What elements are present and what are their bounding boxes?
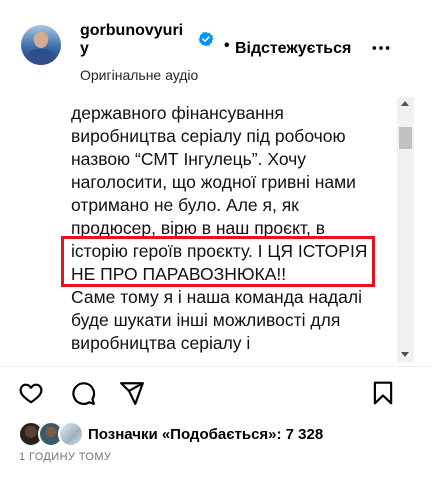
caption-line: отримано не було. Але я, як [71, 195, 299, 215]
original-audio-link[interactable]: Оригінальне аудіо [80, 67, 198, 83]
post-timestamp[interactable]: 1 ГОДИНУ ТОМУ [19, 450, 111, 464]
caption-line: виробництва серіалу і [71, 333, 251, 353]
avatar-shirt [27, 49, 55, 65]
divider [0, 366, 432, 367]
follow-status-button[interactable]: Відстежується [235, 40, 351, 58]
avatar-face [34, 32, 48, 48]
likes-count-link[interactable]: Позначки «Подобається»: 7 328 [88, 426, 323, 444]
caption-line: державного фінансування [71, 103, 284, 123]
caption-line: назвою “СМТ Інгулець”. Хочу [71, 149, 307, 169]
red-highlight-box [61, 236, 375, 287]
like-button[interactable] [18, 380, 44, 406]
caption-line: наголосити, що жодної гривні нами [71, 172, 356, 192]
bookmark-icon [373, 381, 393, 405]
liker-avatar [58, 421, 84, 447]
comment-button[interactable] [70, 380, 96, 406]
author-avatar[interactable] [21, 25, 61, 65]
verified-badge-icon [198, 31, 214, 47]
username-line-2: y [80, 40, 89, 57]
follow-separator: • [224, 37, 230, 54]
caption-line: виробництва серіалу під робочою [71, 126, 346, 146]
more-horizontal-icon[interactable] [371, 38, 391, 58]
username-line-1: gorbunovyuri [80, 22, 184, 39]
send-icon [120, 382, 144, 405]
scroll-thumb[interactable] [399, 127, 412, 149]
share-button[interactable] [119, 380, 145, 406]
post-header: gorbunovyuri y • Відстежується Оригіналь… [0, 0, 432, 96]
comment-icon [72, 382, 96, 405]
save-button[interactable] [370, 380, 396, 406]
scroll-up-arrow-icon[interactable] [397, 97, 414, 111]
post-caption: державного фінансування виробництва сері… [71, 96, 386, 355]
liker-avatars[interactable] [18, 421, 84, 447]
caption-line: буде шукати інші можливості для [71, 310, 341, 330]
caption-line: Саме тому я і наша команда надалі [71, 287, 362, 307]
heart-icon [19, 383, 43, 404]
caption-scrollbar[interactable] [397, 97, 414, 362]
author-username[interactable]: gorbunovyuri y [80, 22, 194, 58]
caption-scroll-area[interactable]: державного фінансування виробництва сері… [0, 96, 432, 364]
scroll-down-arrow-icon[interactable] [397, 348, 414, 362]
